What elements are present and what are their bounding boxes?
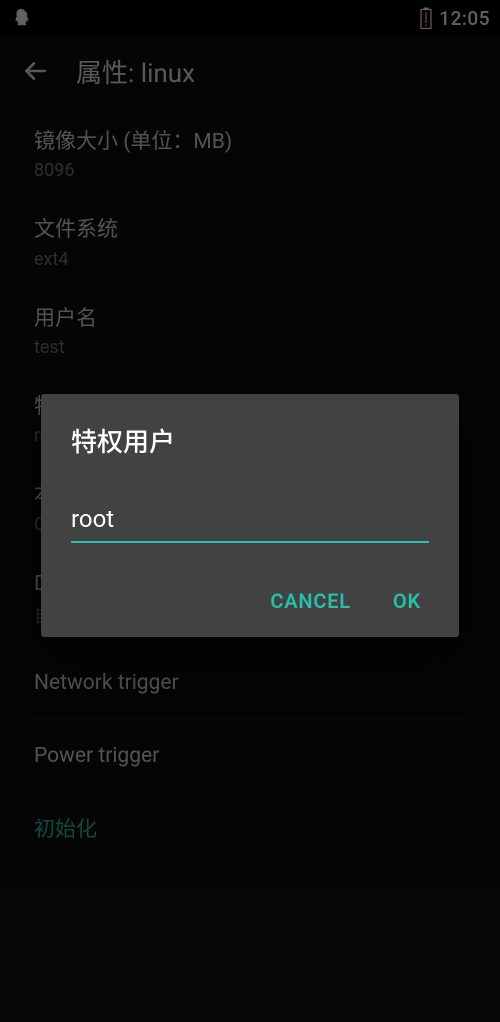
privileged-user-input[interactable] — [71, 503, 429, 543]
dialog-actions: CANCEL OK — [41, 543, 459, 637]
cancel-button[interactable]: CANCEL — [270, 589, 351, 613]
privileged-user-dialog: 特权用户 CANCEL OK — [41, 394, 459, 637]
dialog-title: 特权用户 — [41, 394, 459, 469]
ok-button[interactable]: OK — [393, 589, 421, 613]
